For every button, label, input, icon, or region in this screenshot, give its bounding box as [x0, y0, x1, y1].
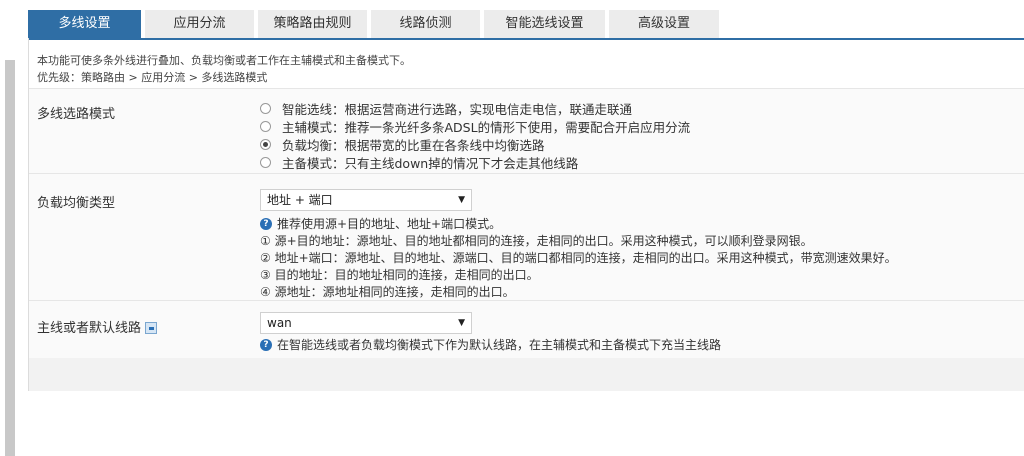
left-scrollbar[interactable] — [5, 60, 15, 456]
tab-smart-line-settings[interactable]: 智能选线设置 — [484, 10, 605, 38]
default-line-section: 主线或者默认线路 wan ▼ ? 在智能选线或者负载均衡模式下作为默认线路，在主… — [29, 301, 1024, 358]
select-value: 地址 + 端口 — [267, 193, 333, 207]
help-text: 推荐使用源+目的地址、地址+端口模式。 — [277, 217, 502, 231]
radio-icon[interactable] — [260, 156, 271, 168]
mode-option-primary-backup[interactable]: 主备模式：只有主线down掉的情况下才会走其他线路 — [260, 153, 578, 171]
balance-note-2: ② 地址+端口：源地址、目的地址、源端口、目的端口都相同的连接，走相同的出口。采… — [260, 251, 897, 265]
balance-note-4: ④ 源地址：源地址相同的连接，走相同的出口。 — [260, 285, 515, 299]
option-text: 主辅模式：推荐一条光纤多条ADSL的情形下使用，需要配合开启应用分流 — [282, 119, 691, 135]
mode-option-load-balance[interactable]: 负载均衡：根据带宽的比重在各条线中均衡选路 — [260, 135, 545, 153]
left-edge — [0, 0, 16, 456]
tab-app-split[interactable]: 应用分流 — [145, 10, 254, 38]
tab-line-detection[interactable]: 线路侦测 — [371, 10, 480, 38]
default-line-select[interactable]: wan ▼ — [260, 312, 472, 334]
select-value: wan — [267, 316, 292, 330]
help-icon: ? — [260, 338, 272, 351]
default-line-label: 主线或者默认线路 — [37, 321, 142, 336]
radio-icon[interactable] — [260, 120, 271, 132]
mode-label: 多线选路模式 — [37, 107, 116, 122]
balance-help: ? 推荐使用源+目的地址、地址+端口模式。 — [260, 215, 501, 232]
tab-multiline-settings[interactable]: 多线设置 — [28, 10, 141, 38]
balance-label: 负载均衡类型 — [37, 196, 116, 211]
radio-checked-icon[interactable] — [260, 138, 271, 150]
radio-icon[interactable] — [260, 102, 271, 114]
help-text: 在智能选线或者负载均衡模式下作为默认线路，在主辅模式和主备模式下充当主线路 — [277, 338, 722, 352]
info-icon[interactable] — [145, 322, 158, 334]
caret-down-icon: ▼ — [458, 318, 465, 328]
mode-section: 多线选路模式 智能选线：根据运营商进行选路，实现电信走电信，联通走联通 主辅模式… — [29, 89, 1024, 173]
intro-priority: 优先级：策略路由 > 应用分流 > 多线选路模式 — [37, 71, 268, 84]
option-text: 主备模式：只有主线down掉的情况下才会走其他线路 — [282, 155, 579, 171]
balance-type-select[interactable]: 地址 + 端口 ▼ — [260, 189, 472, 211]
option-text: 智能选线：根据运营商进行选路，实现电信走电信，联通走联通 — [282, 101, 633, 117]
mode-option-smart[interactable]: 智能选线：根据运营商进行选路，实现电信走电信，联通走联通 — [260, 99, 632, 117]
tab-policy-route-rules[interactable]: 策略路由规则 — [258, 10, 367, 38]
intro-description: 本功能可使多条外线进行叠加、负载均衡或者工作在主辅模式和主备模式下。 — [37, 54, 411, 67]
tab-bar: 多线设置 应用分流 策略路由规则 线路侦测 智能选线设置 高级设置 — [28, 10, 723, 38]
help-icon: ? — [260, 217, 272, 230]
tab-advanced-settings[interactable]: 高级设置 — [609, 10, 719, 38]
footer-band — [29, 358, 1024, 391]
default-line-label-wrap: 主线或者默认线路 — [37, 317, 158, 336]
intro-box: 本功能可使多条外线进行叠加、负载均衡或者工作在主辅模式和主备模式下。 优先级：策… — [29, 40, 1024, 88]
settings-panel: 本功能可使多条外线进行叠加、负载均衡或者工作在主辅模式和主备模式下。 优先级：策… — [28, 38, 1024, 391]
balance-note-3: ③ 目的地址：目的地址相同的连接，走相同的出口。 — [260, 268, 539, 282]
balance-section: 负载均衡类型 地址 + 端口 ▼ ? 推荐使用源+目的地址、地址+端口模式。 ①… — [29, 174, 1024, 300]
default-line-help: ? 在智能选线或者负载均衡模式下作为默认线路，在主辅模式和主备模式下充当主线路 — [260, 336, 721, 353]
mode-option-primary-aux[interactable]: 主辅模式：推荐一条光纤多条ADSL的情形下使用，需要配合开启应用分流 — [260, 117, 690, 135]
balance-note-1: ① 源+目的地址：源地址、目的地址都相同的连接，走相同的出口。采用这种模式，可以… — [260, 234, 813, 248]
caret-down-icon: ▼ — [458, 195, 465, 205]
option-text: 负载均衡：根据带宽的比重在各条线中均衡选路 — [282, 137, 545, 153]
